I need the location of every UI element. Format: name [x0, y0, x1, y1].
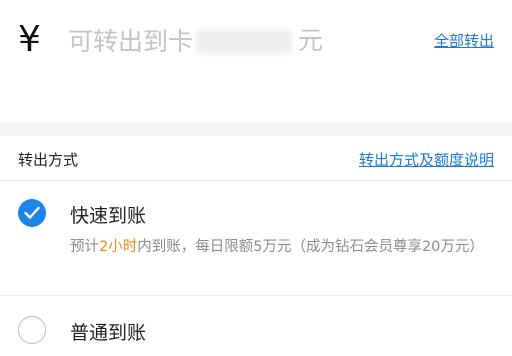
checkmark-icon: [24, 206, 40, 219]
option-label: 普通到账: [70, 322, 147, 344]
desc-suffix: 内到账，每日限额5万元（成为钻石会员尊享20万元）: [137, 239, 484, 255]
desc-prefix: 预计: [70, 239, 99, 255]
option-label: 快速到账: [70, 205, 147, 227]
method-header: 转出方式 转出方式及额度说明: [0, 136, 512, 181]
placeholder-suffix: 元: [298, 26, 324, 55]
withdraw-all-link[interactable]: 全部转出: [434, 30, 494, 51]
option-fast-arrival[interactable]: 快速到账 预计2小时内到账，每日限额5万元（成为钻石会员尊享20万元）: [0, 181, 512, 296]
masked-card-number: [196, 30, 292, 54]
currency-symbol: ¥: [18, 19, 41, 60]
option-description: 预计2小时内到账，每日限额5万元（成为钻石会员尊享20万元）: [70, 236, 490, 258]
method-title: 转出方式: [18, 151, 79, 169]
amount-section: ¥ 元 全部转出: [0, 0, 512, 95]
option-normal-arrival[interactable]: 普通到账: [0, 296, 512, 356]
desc-highlight-time: 2小时: [99, 239, 138, 255]
section-divider: [0, 122, 512, 136]
radio-checked-icon[interactable]: [18, 199, 46, 227]
method-info-link[interactable]: 转出方式及额度说明: [359, 149, 494, 170]
